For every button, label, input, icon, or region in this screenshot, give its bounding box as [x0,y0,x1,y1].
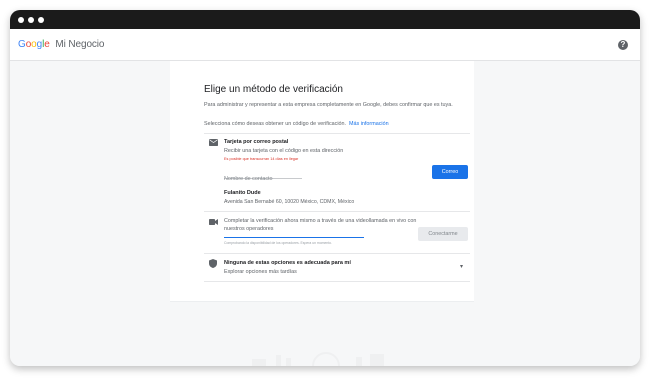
product-name: Mi Negocio [55,39,105,50]
more-info-link[interactable]: Más información [349,121,389,127]
connect-button[interactable]: Conectarme [418,227,468,241]
window-titlebar [10,10,640,29]
card-bottom-shadow [170,301,474,302]
help-icon[interactable]: ? [618,40,628,50]
mail-icon [209,139,218,146]
intro-text: Para administrar y representar a esta em… [204,102,453,108]
shield-icon [209,259,217,268]
window-control-dot[interactable] [38,16,44,23]
window-control-dot[interactable] [28,16,34,23]
videocam-icon [209,219,218,225]
mail-button[interactable]: Correo [432,165,468,179]
choose-label: Selecciona cómo deseas obtener un código… [204,121,347,127]
mail-option-subtitle: Recibir una tarjeta con el código en est… [224,148,344,154]
window-control-dot[interactable] [18,16,24,23]
video-option-text: Completar la verificación ahora mismo a … [224,218,417,232]
google-my-business-logo[interactable]: Google Mi Negocio [18,39,105,50]
chevron-down-icon[interactable]: ▾ [460,263,463,270]
none-option-subtitle: Explorar opciones más tardías [224,269,297,275]
none-option-title[interactable]: Ninguna de estas opciones es adecuada pa… [224,260,351,266]
page-title: Elige un método de verificación [204,84,343,95]
main-content: Elige un método de verificación Para adm… [10,61,640,366]
watermark-graphic [252,352,384,366]
operator-availability-note: Comprobando la disponibilidad de los ope… [224,241,333,245]
loading-progress-bar [224,237,364,238]
browser-frame: Google Mi Negocio ? Elige un método de v… [10,10,640,366]
contact-name-field[interactable] [224,167,302,185]
logo-letter: G [18,39,26,50]
logo-letter: e [44,39,50,50]
verification-card: Elige un método de verificación Para adm… [170,61,474,301]
mail-option-title[interactable]: Tarjeta por correo postal [224,139,288,145]
divider [204,253,470,254]
mail-warning-text: Es posible que transcurran 14 días en ll… [224,157,299,161]
divider [204,281,470,282]
contact-name-input[interactable] [224,173,302,185]
business-address: Avenida San Bernabé 60, 10020 México, CD… [224,199,355,205]
choose-text: Selecciona cómo deseas obtener un código… [204,121,389,127]
divider [204,211,470,212]
app-header: Google Mi Negocio ? [10,29,640,61]
business-name: Fulanito Dude [224,190,261,196]
divider [204,133,470,134]
